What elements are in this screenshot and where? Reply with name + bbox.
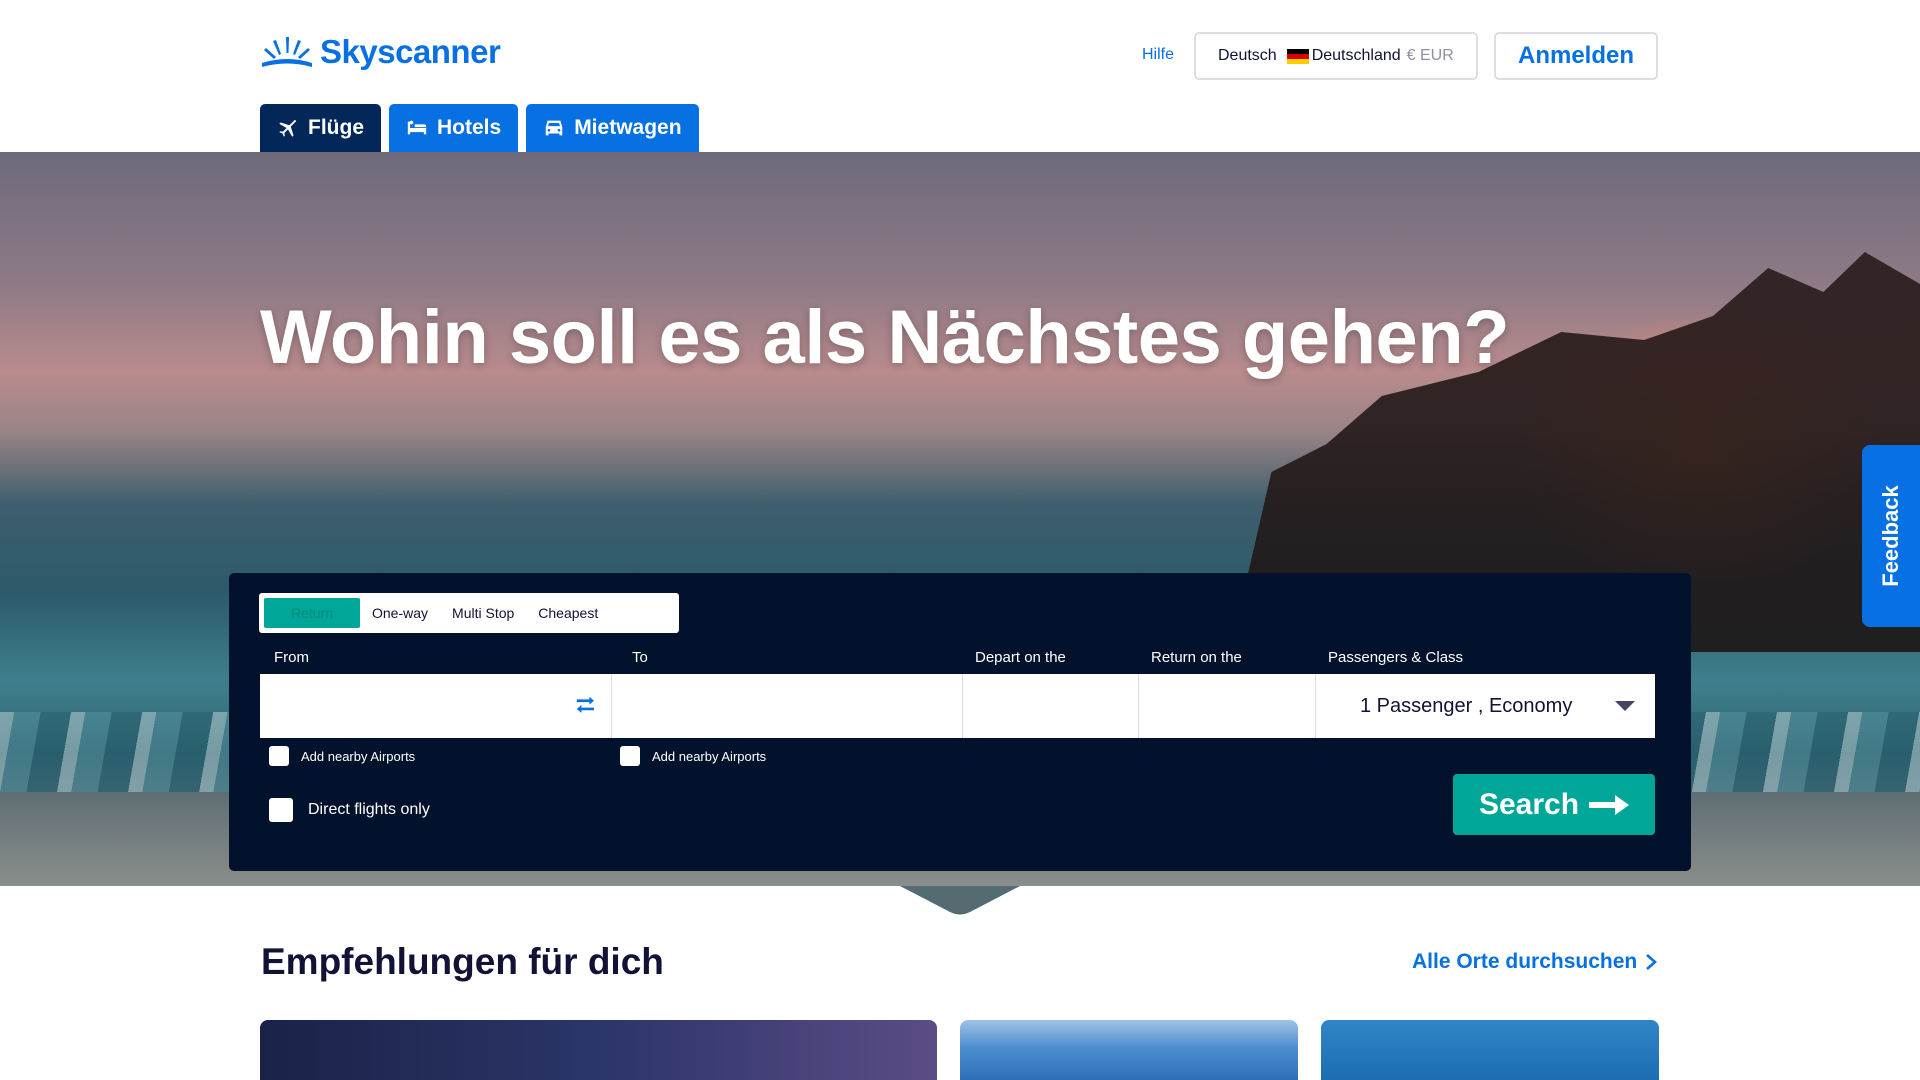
sunburst-logo-icon [262, 37, 312, 67]
to-field [612, 674, 963, 738]
swap-icon[interactable] [575, 696, 597, 716]
to-nearby-airports-label: Add nearby Airports [652, 748, 767, 764]
depart-field [963, 674, 1139, 738]
checkbox-box[interactable] [620, 746, 640, 766]
skyscanner-logo[interactable]: Skyscanner [260, 32, 501, 72]
to-input[interactable] [612, 674, 962, 738]
chevron-down-icon [1615, 701, 1635, 711]
tab-car-hire-label: Mietwagen [574, 116, 682, 139]
explore-all-label: Alle Orte durchsuchen [1412, 950, 1638, 973]
explore-all-link[interactable]: Alle Orte durchsuchen [1412, 950, 1658, 974]
currency-label: € EUR [1406, 47, 1454, 64]
tab-flights-label: Flüge [308, 116, 364, 139]
from-nearby-airports-label: Add nearby Airports [301, 748, 416, 764]
trip-type-multi-stop[interactable]: Multi Stop [440, 598, 526, 628]
from-input[interactable] [260, 674, 611, 738]
feedback-tab[interactable]: Feedback [1862, 445, 1920, 627]
from-nearby-airports-checkbox[interactable]: Add nearby Airports [269, 746, 415, 766]
recommendation-card[interactable] [960, 1020, 1298, 1080]
search-button-label: Search [1478, 787, 1580, 821]
search-fields: 1 Passenger , Economy [260, 674, 1655, 738]
hero-banner: Wohin soll es als Nächstes gehen? Return… [0, 152, 1920, 886]
feedback-label: Feedback [1878, 485, 1903, 587]
flight-search-panel: Return One-way Multi Stop Cheapest From … [229, 573, 1691, 871]
tab-car-hire[interactable]: Mietwagen [526, 104, 699, 152]
from-label: From [274, 649, 309, 666]
depart-date-input[interactable] [963, 674, 1138, 738]
from-field [260, 674, 612, 738]
arrow-right-icon [1589, 794, 1630, 815]
site-header: Skyscanner Hilfe Deutsch Deutschland € E… [0, 0, 1920, 152]
locale-selector-button[interactable]: Deutsch Deutschland € EUR [1194, 32, 1478, 80]
bed-icon [407, 120, 427, 135]
trip-type-selector: Return One-way Multi Stop Cheapest [259, 593, 679, 633]
country-label: Deutschland [1311, 47, 1401, 64]
passengers-label: Passengers & Class [1328, 649, 1464, 666]
logo-wordmark: Skyscanner [320, 33, 501, 70]
recommendation-card[interactable] [1321, 1020, 1659, 1080]
direct-flights-label: Direct flights only [308, 801, 430, 818]
hero-notch-shape [900, 886, 1020, 915]
car-icon [545, 120, 563, 136]
checkbox-box[interactable] [269, 746, 289, 766]
to-label: To [632, 649, 648, 666]
tab-flights[interactable]: Flüge [260, 104, 381, 152]
germany-flag-icon [1286, 48, 1309, 64]
plane-icon [279, 119, 297, 137]
hero-headline: Wohin soll es als Nächstes gehen? [260, 295, 1510, 380]
depart-label: Depart on the [975, 649, 1066, 666]
tab-hotels-label: Hotels [437, 116, 502, 139]
checkbox-box[interactable] [269, 798, 293, 822]
passengers-class-value: 1 Passenger , Economy [1360, 694, 1573, 717]
return-date-input[interactable] [1139, 674, 1315, 738]
trip-type-one-way[interactable]: One-way [360, 598, 440, 628]
help-link[interactable]: Hilfe [1142, 46, 1174, 64]
trip-type-cheapest[interactable]: Cheapest [526, 598, 610, 628]
return-field [1139, 674, 1316, 738]
search-button[interactable]: Search [1453, 774, 1655, 835]
product-tabs: Flüge Hotels Mietwagen [260, 104, 699, 152]
tab-hotels[interactable]: Hotels [389, 104, 519, 152]
chevron-right-icon [1646, 954, 1658, 970]
login-button[interactable]: Anmelden [1494, 32, 1658, 80]
recommendations-title: Empfehlungen für dich [261, 941, 664, 982]
passengers-class-select[interactable]: 1 Passenger , Economy [1316, 674, 1655, 738]
trip-type-return[interactable]: Return [264, 598, 360, 628]
to-nearby-airports-checkbox[interactable]: Add nearby Airports [620, 746, 766, 766]
recommendation-card[interactable] [260, 1020, 937, 1080]
direct-flights-checkbox[interactable]: Direct flights only [269, 798, 430, 822]
return-label: Return on the [1151, 649, 1242, 666]
language-label: Deutsch [1218, 47, 1277, 64]
